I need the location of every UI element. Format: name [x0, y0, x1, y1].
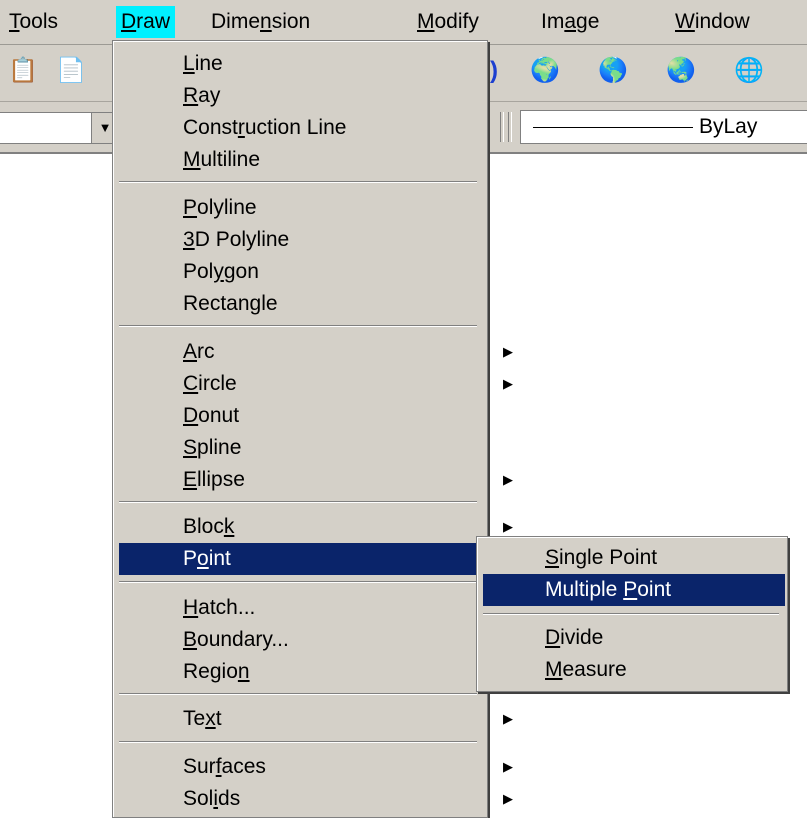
menu-item-point[interactable]: Point▶ — [119, 543, 529, 575]
menu-item-construction-line[interactable]: Construction Line — [119, 112, 529, 144]
menu-item-block[interactable]: Block ▶ — [119, 511, 529, 543]
menu-item-multiline[interactable]: Multiline — [119, 144, 529, 176]
menu-separator — [119, 325, 477, 327]
menu-separator — [119, 581, 477, 583]
draw-menu: Line Ray Construction Line Multiline Pol… — [112, 40, 529, 818]
submenu-arrow-icon: ▶ — [503, 344, 513, 359]
clipboard-icon[interactable]: 📄 — [56, 57, 86, 85]
menu-modify[interactable]: Modify — [412, 6, 484, 38]
globe-icon[interactable]: 🌐 — [734, 57, 764, 85]
menu-separator — [119, 501, 477, 503]
menu-item-spline[interactable]: Spline — [119, 432, 529, 464]
submenu-arrow-icon: ▶ — [503, 376, 513, 391]
menu-separator — [483, 613, 779, 615]
menu-separator — [119, 693, 477, 695]
menu-item-polygon[interactable]: Polygon — [119, 256, 529, 288]
submenu-arrow-icon: ▶ — [503, 791, 513, 806]
menu-item-solids[interactable]: Solids ▶ — [119, 783, 529, 815]
menu-item-measure[interactable]: Measure — [483, 654, 777, 686]
menu-item-donut[interactable]: Donut — [119, 400, 529, 432]
menu-item-ellipse[interactable]: Ellipse ▶ — [119, 464, 529, 496]
menu-item-circle[interactable]: Circle ▶ — [119, 368, 529, 400]
menu-item-boundary[interactable]: Boundary... — [119, 624, 529, 656]
menu-draw[interactable]: Draw — [116, 6, 176, 38]
globe-icon[interactable]: 🌏 — [666, 57, 696, 85]
menu-item-multiple-point[interactable]: Multiple Point — [483, 574, 785, 606]
point-submenu: Single Point Multiple Point Divide Measu… — [476, 536, 788, 692]
globe-icon[interactable]: 🌎 — [598, 57, 628, 85]
menu-item-rectangle[interactable]: Rectangle — [119, 288, 529, 320]
layer-combo[interactable]: ▼ — [0, 112, 119, 144]
menu-item-divide[interactable]: Divide — [483, 622, 777, 654]
menu-item-single-point[interactable]: Single Point — [483, 542, 777, 574]
menu-separator — [119, 741, 477, 743]
menu-window[interactable]: Window — [670, 6, 755, 38]
menu-item-3d-polyline[interactable]: 3D Polyline — [119, 224, 529, 256]
menu-item-text[interactable]: Text ▶ — [119, 703, 529, 735]
submenu-arrow-icon: ▶ — [503, 472, 513, 487]
menu-item-surfaces[interactable]: Surfaces ▶ — [119, 751, 529, 783]
menu-item-hatch[interactable]: Hatch... — [119, 592, 529, 624]
menu-image[interactable]: Image — [536, 6, 604, 38]
menu-tools[interactable]: Tools — [4, 6, 63, 38]
menu-item-region[interactable]: Region — [119, 656, 529, 688]
menu-item-ray[interactable]: Ray — [119, 80, 529, 112]
menu-separator — [119, 181, 477, 183]
linetype-combo[interactable]: ByLay — [520, 110, 807, 144]
menu-dimension[interactable]: Dimension — [206, 6, 315, 38]
menu-item-polyline[interactable]: Polyline — [119, 192, 529, 224]
globe-icon[interactable]: 🌍 — [530, 57, 560, 85]
submenu-arrow-icon: ▶ — [503, 711, 513, 726]
menu-item-line[interactable]: Line — [119, 48, 529, 80]
menu-item-arc[interactable]: Arc ▶ — [119, 336, 529, 368]
linetype-value: ByLay — [699, 115, 758, 138]
menu-bar: Tools Draw Dimension Modify Image Window — [0, 0, 807, 45]
submenu-arrow-icon: ▶ — [503, 759, 513, 774]
linetype-sample — [533, 127, 693, 128]
paste-icon[interactable]: 📋 — [8, 57, 38, 85]
